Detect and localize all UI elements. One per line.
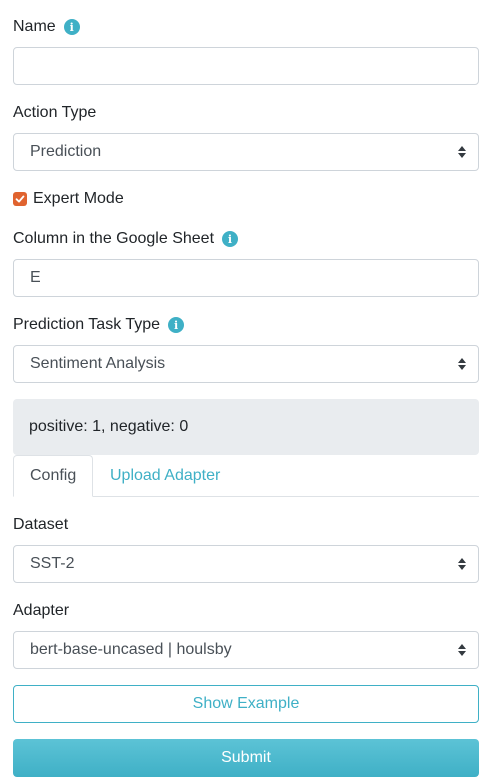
action-type-select[interactable]: Prediction: [13, 133, 479, 171]
dataset-value: SST-2: [30, 555, 75, 572]
tab-upload-adapter[interactable]: Upload Adapter: [94, 455, 236, 497]
info-icon[interactable]: i: [168, 317, 185, 333]
prediction-task-value: Sentiment Analysis: [30, 355, 166, 372]
name-label-row: Name i: [13, 17, 80, 37]
dataset-select[interactable]: SST-2: [13, 545, 479, 583]
name-input[interactable]: [13, 47, 479, 85]
select-arrows-icon: [458, 644, 466, 656]
show-example-button[interactable]: Show Example: [13, 685, 479, 723]
select-arrows-icon: [458, 146, 466, 158]
expert-mode-label: Expert Mode: [33, 190, 124, 207]
prediction-task-label: Prediction Task Type: [13, 316, 161, 333]
column-input[interactable]: E: [13, 259, 479, 297]
adapter-select[interactable]: bert-base-uncased | houlsby: [13, 631, 479, 669]
select-arrows-icon: [458, 358, 466, 370]
prediction-task-label-row: Prediction Task Type i: [13, 315, 185, 335]
expert-mode-checkbox[interactable]: [13, 192, 27, 206]
info-icon[interactable]: i: [222, 231, 239, 247]
adapter-label: Adapter: [13, 602, 70, 619]
tab-config[interactable]: Config: [13, 455, 94, 497]
dataset-label: Dataset: [13, 516, 69, 533]
action-type-value: Prediction: [30, 143, 102, 160]
action-type-label: Action Type: [13, 104, 97, 121]
label-mapping-box: positive: 1, negative: 0: [13, 399, 479, 455]
prediction-task-select[interactable]: Sentiment Analysis: [13, 345, 479, 383]
adapter-value: bert-base-uncased | houlsby: [30, 641, 232, 658]
info-icon[interactable]: i: [63, 19, 80, 35]
column-label: Column in the Google Sheet: [13, 230, 215, 247]
submit-button[interactable]: Submit: [13, 739, 479, 777]
select-arrows-icon: [458, 558, 466, 570]
column-label-row: Column in the Google Sheet i: [13, 229, 239, 249]
check-icon: [15, 195, 25, 203]
label-mapping-text: positive: 1, negative: 0: [29, 418, 189, 435]
tab-bar: Config Upload Adapter: [13, 455, 479, 497]
name-label: Name: [13, 18, 56, 35]
